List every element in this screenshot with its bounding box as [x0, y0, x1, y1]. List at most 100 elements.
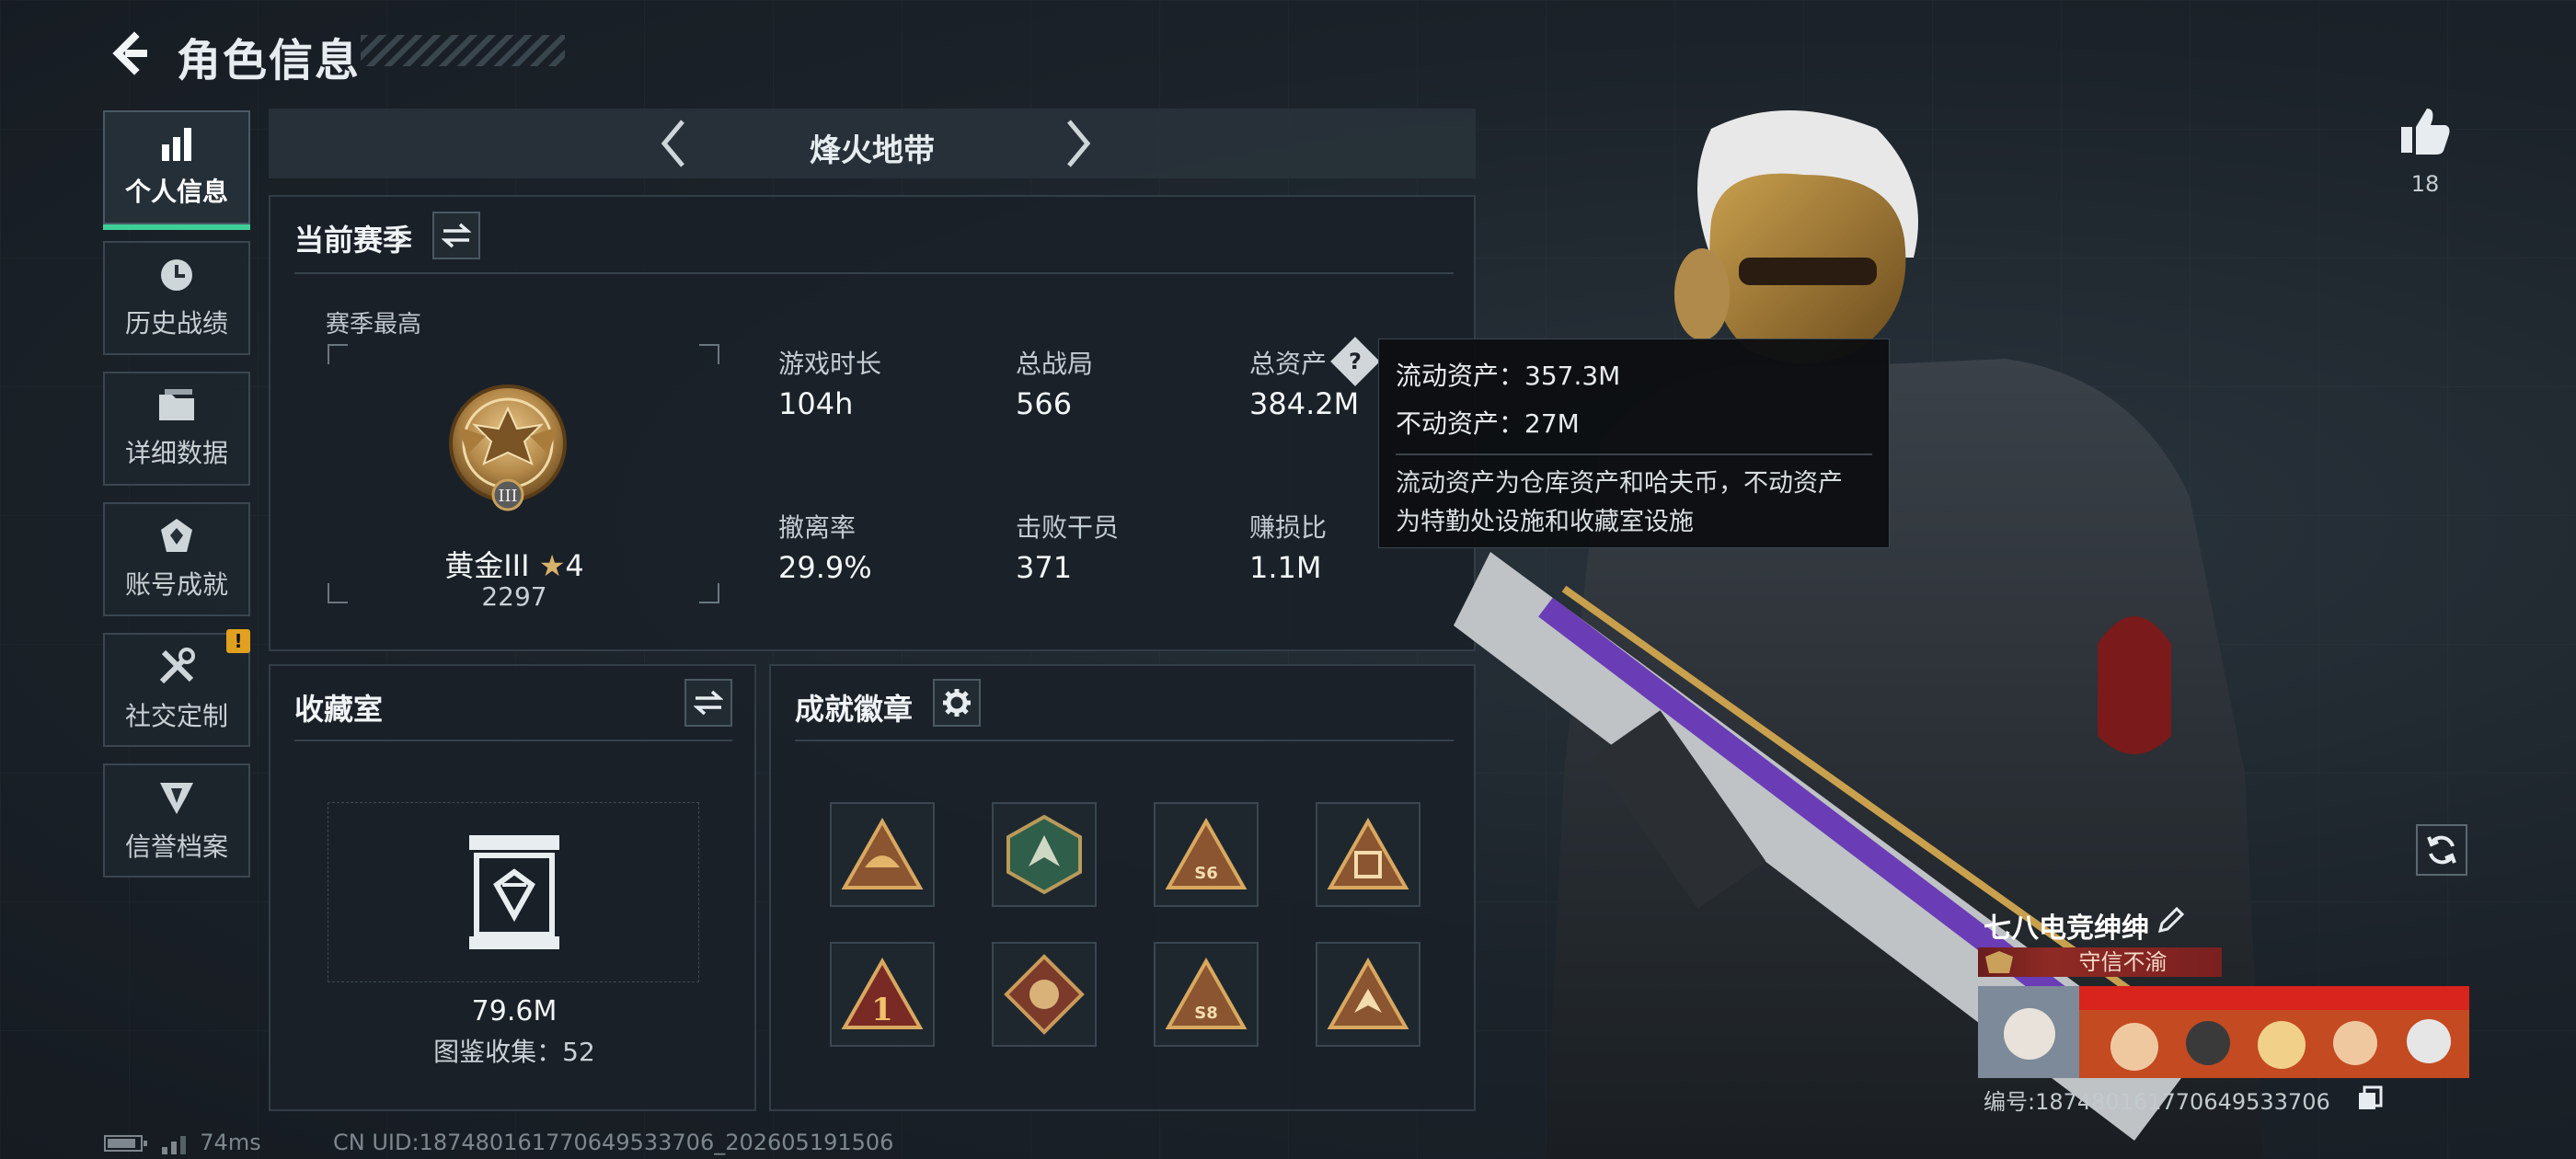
chevron-right-icon — [1067, 120, 1091, 167]
battery-icon — [104, 1135, 147, 1152]
achievement-badge-8[interactable] — [1316, 942, 1420, 1047]
sidebar-item-history[interactable]: 历史战绩 — [103, 241, 250, 355]
rank-line: 黄金III ★4 — [362, 543, 666, 585]
pencil-icon — [2157, 906, 2185, 934]
thumbs-up-icon — [2401, 109, 2450, 155]
season-switch-button[interactable] — [432, 212, 480, 259]
player-title: 守信不渝 — [2078, 949, 2168, 975]
crest-triangle-badge-icon — [1327, 958, 1409, 1029]
season-title: 当前赛季 — [294, 223, 413, 258]
s8-triangle-badge-icon: S8 — [1165, 958, 1248, 1029]
achievement-badge-5[interactable]: 1 — [830, 942, 935, 1047]
divider — [294, 740, 732, 741]
achievement-icon — [161, 519, 192, 552]
sidebar-item-achievements[interactable]: 账号成就 — [103, 502, 250, 616]
uid-text: CN UID:187480161770649533706_20260519150… — [333, 1130, 894, 1155]
collection-caption: 图鉴收集：52 — [433, 1037, 595, 1067]
player-banner-image — [1978, 986, 2469, 1078]
stat-value-profit: 1.1M — [1249, 550, 1322, 585]
tools-icon — [159, 648, 195, 684]
frame-triangle-badge-icon — [1327, 818, 1409, 889]
warning-badge: ! — [226, 629, 250, 653]
tooltip-divider — [1396, 453, 1872, 455]
copy-id-button[interactable] — [2357, 1085, 2383, 1111]
player-card: 七八电竞绅绅 守信不渝 编号:187480161770649533706 — [1978, 900, 2475, 1120]
helmet-triangle-badge-icon — [841, 818, 924, 889]
sidebar-item-label: 个人信息 — [124, 177, 228, 207]
stat-value-assets: 384.2M — [1249, 386, 1360, 421]
ping-value: 74ms — [200, 1130, 261, 1155]
achievement-badge-3[interactable]: S6 — [1154, 802, 1259, 907]
swap-icon — [442, 223, 471, 248]
frame-corner — [328, 344, 348, 364]
collection-switch-button[interactable] — [684, 679, 732, 727]
tooltip-desc-line-1: 流动资产为仓库资产和哈夫币，不动资产 — [1396, 469, 1843, 498]
season-best-label: 赛季最高 — [326, 311, 422, 339]
page-title: 角色信息 — [177, 35, 362, 86]
assets-tooltip: 流动资产：357.3M 不动资产：27M 流动资产为仓库资产和哈夫币，不动资产 … — [1378, 339, 1890, 548]
stat-label-extraction: 撤离率 — [778, 512, 857, 543]
svg-text:1: 1 — [871, 992, 893, 1028]
back-button[interactable] — [103, 28, 155, 79]
rank-score: 2297 — [481, 581, 547, 612]
signal-icon — [161, 1136, 186, 1154]
copy-icon — [2359, 1085, 2383, 1109]
title-decoration — [361, 35, 565, 66]
sidebar-item-label: 社交定制 — [124, 701, 228, 731]
banner-illustration — [1978, 986, 2469, 1078]
mode-name: 烽火地带 — [810, 132, 935, 169]
svg-text:S8: S8 — [1194, 1004, 1218, 1023]
divider — [795, 740, 1454, 741]
frame-corner — [699, 344, 719, 364]
sidebar-item-profile[interactable]: 个人信息 — [103, 110, 250, 230]
achievements-title: 成就徽章 — [795, 692, 914, 727]
refresh-icon — [2427, 835, 2456, 865]
stat-value-playtime: 104h — [778, 386, 854, 421]
edit-name-button[interactable] — [2155, 905, 2188, 938]
sidebar-item-details[interactable]: 详细数据 — [103, 372, 250, 486]
achievement-badge-2[interactable] — [992, 802, 1097, 907]
sidebar-item-label: 信誉档案 — [124, 832, 228, 862]
player-name: 七八电竞绅绅 — [1984, 912, 2149, 945]
stat-label-profit: 赚损比 — [1249, 512, 1328, 543]
number-one-triangle-badge-icon: 1 — [841, 958, 924, 1029]
svg-text:S6: S6 — [1194, 864, 1218, 883]
mode-next-button[interactable] — [1052, 118, 1104, 169]
star-icon: ★ — [538, 548, 566, 583]
status-bar: 74ms — [103, 1130, 261, 1155]
tooltip-liquid-assets: 流动资产：357.3M — [1396, 361, 1621, 391]
stat-label-assets: 总资产 — [1249, 349, 1328, 379]
s6-triangle-badge-icon: S6 — [1165, 818, 1248, 889]
refresh-button[interactable] — [2416, 824, 2467, 876]
svg-text:III: III — [498, 487, 517, 506]
gear-icon — [943, 689, 971, 717]
rank-stars: 4 — [565, 548, 584, 583]
collection-value: 79.6M — [471, 995, 558, 1027]
mode-selector: 烽火地带 — [269, 109, 1476, 178]
stat-label-kills: 击败干员 — [1016, 512, 1120, 543]
collection-panel[interactable]: 收藏室 79.6M 图鉴收集：52 — [269, 664, 756, 1111]
bar-chart-icon — [162, 128, 191, 161]
assets-help-button[interactable] — [1330, 337, 1380, 386]
sidebar-item-social[interactable]: 社交定制 ! — [103, 629, 250, 747]
season-panel: 当前赛季 赛季最高 III 黄金III ★4 2297 游戏时长 104h 总战… — [269, 195, 1476, 651]
achievements-settings-button[interactable] — [933, 679, 981, 727]
player-id: 编号:187480161770649533706 — [1984, 1089, 2330, 1115]
sidebar-item-label: 历史战绩 — [124, 308, 228, 339]
sidebar-item-label: 账号成就 — [124, 569, 228, 600]
back-arrow-icon — [112, 31, 147, 75]
tooltip-fixed-assets: 不动资产：27M — [1396, 408, 1580, 439]
collection-title: 收藏室 — [294, 692, 384, 727]
frame-corner — [699, 583, 719, 603]
achievement-badge-7[interactable]: S8 — [1154, 942, 1259, 1047]
achievement-badge-1[interactable] — [830, 802, 935, 907]
achievement-badge-4[interactable] — [1316, 802, 1420, 907]
player-title-plate: 守信不渝 — [1978, 947, 2222, 977]
history-clock-icon — [161, 259, 192, 291]
vault-icon — [469, 835, 559, 949]
achievement-badge-6[interactable] — [992, 942, 1097, 1047]
like-button[interactable] — [2398, 103, 2453, 158]
stat-value-kills: 371 — [1016, 550, 1073, 585]
sidebar-item-credit[interactable]: 信誉档案 — [103, 763, 250, 878]
frame-corner — [328, 583, 348, 603]
